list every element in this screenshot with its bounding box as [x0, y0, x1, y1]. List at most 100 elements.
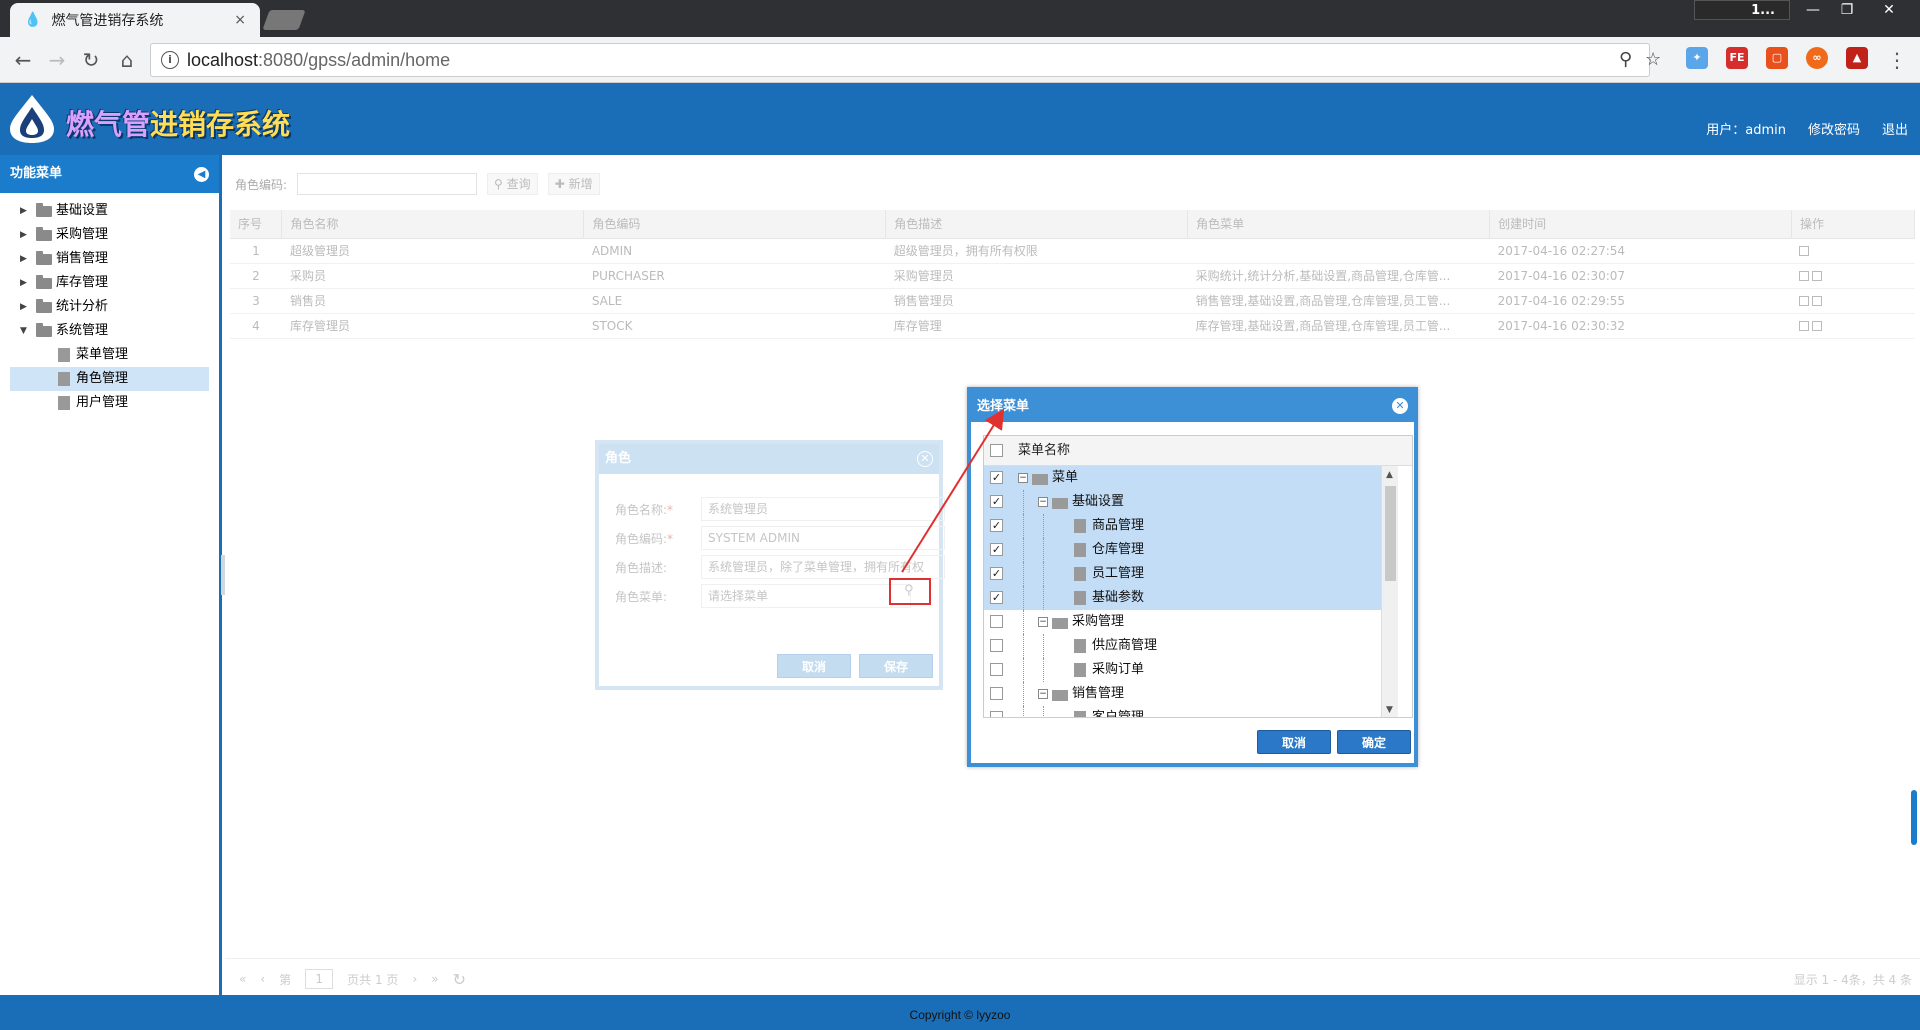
extension-infinity-icon[interactable]: ∞ [1806, 47, 1828, 69]
menu-tree-row[interactable]: ✓ 基础参数 [984, 586, 1381, 610]
sidebar-item-basic-settings[interactable]: ▶ 基础设置 [10, 199, 209, 223]
menu-tree-row[interactable]: ✓ 员工管理 [984, 562, 1381, 586]
add-button[interactable]: ✚ 新增 [547, 173, 600, 195]
extension-bird-icon[interactable]: ✦ [1686, 47, 1708, 69]
edit-icon[interactable] [1799, 246, 1810, 256]
browser-tab[interactable]: 💧 燃气管进销存系统 × [10, 3, 260, 37]
close-icon[interactable]: ✕ [917, 451, 933, 467]
browser-menu-icon[interactable]: ⋮ [1884, 47, 1910, 73]
delete-icon[interactable] [1812, 321, 1823, 331]
prev-page-icon[interactable]: ‹ [260, 972, 265, 986]
edit-icon[interactable] [1799, 321, 1810, 331]
collapse-arrow-icon[interactable]: ▼ [20, 319, 27, 343]
collapse-toggle-icon[interactable]: − [1038, 497, 1048, 507]
window-minimize-icon[interactable]: — [1796, 0, 1830, 20]
query-button[interactable]: ⚲ 查询 [487, 173, 538, 195]
row-checkbox[interactable]: ✓ [990, 495, 1003, 508]
menu-tree-row[interactable]: 供应商管理 [984, 634, 1381, 658]
role-name-input[interactable]: 系统管理员 [701, 497, 945, 521]
row-checkbox[interactable]: ✓ [990, 519, 1003, 532]
row-checkbox[interactable] [990, 615, 1003, 628]
sidebar-item-purchase[interactable]: ▶ 采购管理 [10, 223, 209, 247]
refresh-icon[interactable]: ↻ [453, 970, 466, 989]
window-close-icon[interactable]: ✕ [1872, 0, 1906, 20]
logout-link[interactable]: 退出 [1882, 119, 1908, 138]
collapse-toggle-icon[interactable]: − [1018, 473, 1028, 483]
menu-tree-row[interactable]: ✓ − 基础设置 [984, 490, 1381, 514]
sidebar-item-menu-management[interactable]: 菜单管理 [10, 343, 209, 367]
edit-icon[interactable] [1799, 296, 1810, 306]
close-icon[interactable]: ✕ [1392, 398, 1408, 414]
back-arrow-icon[interactable]: ← [10, 47, 36, 73]
expand-arrow-icon[interactable]: ▶ [20, 199, 27, 223]
row-checkbox[interactable] [990, 711, 1003, 717]
collapse-toggle-icon[interactable]: − [1038, 617, 1048, 627]
delete-icon[interactable] [1812, 271, 1823, 281]
menu-confirm-button[interactable]: 确定 [1337, 730, 1411, 754]
page-scroll-handle[interactable] [1911, 790, 1917, 845]
delete-icon[interactable] [1812, 296, 1823, 306]
menu-tree-scrollbar[interactable]: ▲ ▼ [1381, 466, 1398, 717]
page-number-input[interactable]: 1 [305, 969, 334, 989]
table-row[interactable]: 3 销售员 SALE 销售管理员 销售管理,基础设置,商品管理,仓库管理,员工管… [230, 288, 1915, 314]
zoom-icon[interactable]: ⚲ [1619, 49, 1632, 70]
expand-arrow-icon[interactable]: ▶ [20, 223, 27, 247]
extension-pdf-icon[interactable]: ▲ [1846, 47, 1868, 69]
menu-tree-row[interactable]: 客户管理 [984, 706, 1381, 717]
scroll-down-icon[interactable]: ▼ [1386, 705, 1393, 715]
menu-tree-row[interactable]: ✓ 商品管理 [984, 514, 1381, 538]
column-header[interactable]: 角色描述 [885, 210, 1189, 239]
expand-arrow-icon[interactable]: ▶ [20, 295, 27, 319]
role-code-input[interactable] [297, 173, 478, 195]
url-input[interactable]: i localhost:8080/gpss/admin/home ⚲ ☆ [150, 43, 1661, 77]
tab-close-icon[interactable]: × [234, 12, 246, 28]
row-checkbox[interactable] [990, 639, 1003, 652]
row-checkbox[interactable]: ✓ [990, 543, 1003, 556]
sidebar-item-sales[interactable]: ▶ 销售管理 [10, 247, 209, 271]
column-header[interactable]: 角色编码 [583, 210, 887, 239]
row-checkbox[interactable] [990, 663, 1003, 676]
role-desc-input[interactable]: 系统管理员，除了菜单管理，拥有所有权 [701, 555, 945, 579]
extension-office-icon[interactable]: ▢ [1766, 47, 1788, 69]
browser-profile-badge[interactable]: 1... [1694, 0, 1790, 20]
menu-tree-row[interactable]: 采购订单 [984, 658, 1381, 682]
expand-arrow-icon[interactable]: ▶ [20, 271, 27, 295]
menu-tree-row[interactable]: ✓ 仓库管理 [984, 538, 1381, 562]
row-checkbox[interactable]: ✓ [990, 591, 1003, 604]
forward-arrow-icon[interactable]: → [44, 47, 70, 73]
collapse-toggle-icon[interactable]: − [1038, 689, 1048, 699]
table-row[interactable]: 2 采购员 PURCHASER 采购管理员 采购统计,统计分析,基础设置,商品管… [230, 263, 1915, 289]
role-code-field[interactable]: SYSTEM ADMIN [701, 526, 945, 550]
sidebar-collapse-icon[interactable]: ◀ [194, 167, 209, 182]
role-save-button[interactable]: 保存 [859, 654, 933, 678]
role-cancel-button[interactable]: 取消 [777, 654, 851, 678]
change-password-link[interactable]: 修改密码 [1808, 119, 1860, 138]
select-all-checkbox[interactable] [990, 444, 1003, 457]
scroll-thumb[interactable] [1385, 486, 1396, 581]
column-header[interactable]: 角色菜单 [1187, 210, 1491, 239]
column-header[interactable]: 创建时间 [1489, 210, 1792, 239]
home-icon[interactable]: ⌂ [114, 47, 140, 73]
sidebar-item-inventory[interactable]: ▶ 库存管理 [10, 271, 209, 295]
table-row[interactable]: 4 库存管理员 STOCK 库存管理 库存管理,基础设置,商品管理,仓库管理,员… [230, 313, 1915, 339]
extension-fe-icon[interactable]: FE [1726, 47, 1748, 69]
site-info-icon[interactable]: i [161, 51, 179, 69]
expand-arrow-icon[interactable]: ▶ [20, 247, 27, 271]
row-checkbox[interactable]: ✓ [990, 567, 1003, 580]
next-page-icon[interactable]: › [412, 972, 417, 986]
new-tab-button[interactable] [262, 10, 306, 30]
column-header[interactable]: 操作 [1791, 210, 1916, 239]
sidebar-item-system[interactable]: ▼ 系统管理 [10, 319, 209, 343]
sidebar-item-statistics[interactable]: ▶ 统计分析 [10, 295, 209, 319]
row-checkbox[interactable]: ✓ [990, 471, 1003, 484]
reload-icon[interactable]: ↻ [78, 47, 104, 73]
role-menu-input[interactable]: 请选择菜单 [701, 584, 911, 608]
sidebar-item-role-management[interactable]: 角色管理 [10, 367, 209, 391]
edit-icon[interactable] [1799, 271, 1810, 281]
window-restore-icon[interactable]: ❐ [1830, 0, 1864, 20]
row-checkbox[interactable] [990, 687, 1003, 700]
menu-picker-button[interactable]: ⚲ [889, 578, 931, 605]
column-header[interactable]: 序号 [230, 210, 283, 239]
scroll-up-icon[interactable]: ▲ [1386, 470, 1393, 480]
menu-cancel-button[interactable]: 取消 [1257, 730, 1331, 754]
